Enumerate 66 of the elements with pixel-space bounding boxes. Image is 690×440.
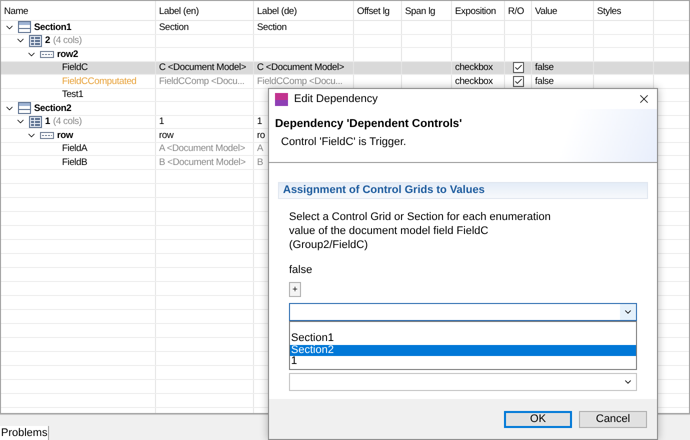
exposition-text: checkbox — [455, 76, 493, 86]
combo-box[interactable] — [289, 303, 637, 321]
dropdown-option[interactable]: Section2 — [290, 344, 636, 356]
value-text: false — [535, 76, 554, 86]
column-header[interactable]: Label (de) — [254, 1, 354, 20]
column-header[interactable]: Value — [532, 1, 594, 20]
dialog-button[interactable]: OK — [504, 410, 572, 428]
description-text: Select a Control Grid or Section for each enumeration value of the document model field FieldC (Group2/FieldC) — [289, 210, 552, 252]
panel-tab[interactable]: Problems — [0, 426, 50, 440]
readonly-checkbox[interactable] — [512, 76, 524, 87]
dialog-message: Control 'FieldC' is Trigger. — [280, 136, 408, 148]
table-icon — [18, 21, 31, 34]
app-icon — [275, 92, 288, 106]
node-name: row — [57, 130, 73, 140]
add-button[interactable]: + — [289, 282, 301, 297]
node-name: FieldA — [62, 144, 88, 154]
column-count: (4 cols) — [52, 117, 82, 126]
enum-value-label: false — [289, 265, 314, 276]
label-text: FieldCComp <Docu... — [257, 76, 342, 86]
value-text: false — [535, 63, 554, 72]
tree-row[interactable]: 2 (4 cols) — [1, 34, 689, 48]
exposition-text: checkbox — [455, 63, 493, 72]
column-header[interactable]: Exposition — [452, 1, 505, 20]
label-text: C <Document Model> — [159, 63, 246, 72]
tree-row[interactable]: FieldCComputated FieldCComp <Docu... FieldCComp <Docu... checkbox false — [1, 75, 689, 88]
label-text: B — [257, 158, 264, 167]
column-count: (4 cols) — [52, 36, 82, 46]
label-text: B <Document Model> — [159, 158, 246, 167]
label-text: ro — [257, 130, 265, 140]
node-name: Section2 — [34, 104, 72, 113]
node-name: 1 — [45, 117, 50, 126]
column-header[interactable]: Label (en) — [156, 1, 254, 20]
column-header[interactable]: Name — [1, 1, 156, 20]
dropdown-option[interactable]: 1 — [290, 356, 636, 368]
label-text: C <Document Model> — [257, 63, 344, 72]
column-header[interactable]: Span lg — [402, 1, 452, 20]
tree-row[interactable]: FieldC C <Document Model> C <Document Model> checkbox false — [1, 62, 689, 75]
readonly-checkbox[interactable] — [512, 62, 524, 74]
node-name: Test1 — [62, 90, 84, 100]
label-text: 1 — [159, 117, 164, 126]
node-name: FieldC — [62, 63, 88, 72]
dropdown-option[interactable]: Section1 — [290, 333, 636, 344]
node-name: 2 — [45, 36, 50, 46]
column-header[interactable]: Offset lg — [354, 1, 402, 20]
label-text: A <Document Model> — [159, 144, 245, 154]
row-icon — [40, 132, 54, 139]
tree-row[interactable]: Section1 Section Section — [1, 21, 689, 34]
grid-icon — [29, 34, 42, 47]
dialog-heading: Dependency 'Dependent Controls' — [275, 119, 463, 130]
label-text: FieldCComp <Docu... — [159, 76, 244, 86]
column-header[interactable]: R/O — [505, 1, 532, 20]
label-text: A — [257, 144, 264, 154]
label-text: row — [159, 130, 174, 140]
node-name: row2 — [57, 50, 78, 59]
column-header[interactable]: Styles — [594, 1, 654, 20]
row-icon — [40, 50, 54, 58]
node-name: Section1 — [34, 22, 72, 32]
section-header[interactable]: Assignment of Control Grids to Values — [278, 182, 648, 199]
label-text: Section — [159, 22, 189, 32]
node-name: FieldCComputated — [62, 76, 136, 86]
dialog-button[interactable]: Cancel — [579, 410, 647, 428]
label-text: Section — [257, 22, 287, 32]
window-title: Edit Dependency — [294, 94, 378, 104]
tree-row[interactable]: row2 — [1, 48, 689, 62]
node-name: FieldB — [62, 158, 88, 167]
label-text: 1 — [257, 117, 262, 126]
